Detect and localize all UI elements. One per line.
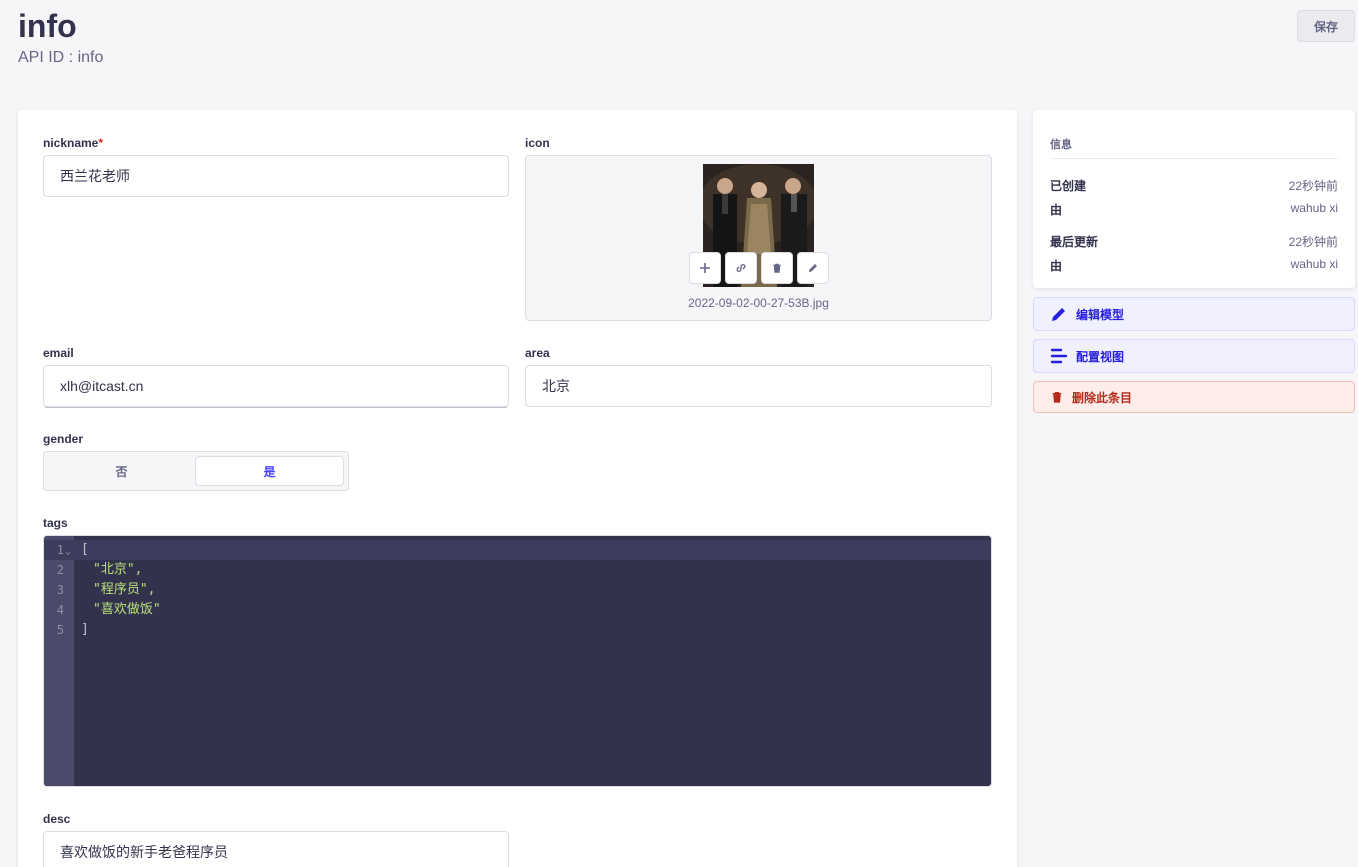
line-number: 2 — [56, 563, 64, 577]
updated-by-row: 由 wahub xi — [1050, 257, 1338, 274]
code-text: [ — [81, 542, 89, 557]
gender-label: gender — [43, 432, 84, 446]
line-number: 1 — [56, 543, 64, 557]
code-text: "喜欢做饭" — [93, 602, 161, 617]
created-by-row: 由 wahub xi — [1050, 201, 1338, 218]
area-input[interactable]: 北京 — [525, 365, 992, 407]
edit-form-card: nickname* 西兰花老师 icon 2022-09-02-00-27-53… — [18, 110, 1017, 867]
icon-label: icon — [525, 136, 550, 150]
code-line: 4 "喜欢做饭" — [44, 600, 991, 620]
line-number: 5 — [56, 623, 64, 637]
nickname-label: nickname* — [43, 136, 104, 150]
code-line: 2 "北京", — [44, 560, 991, 580]
updated-row: 最后更新 22秒钟前 — [1050, 233, 1338, 250]
asset-actions — [689, 252, 829, 284]
configure-view-button[interactable]: 配置视图 — [1033, 339, 1355, 373]
tags-json-editor[interactable]: 1 ⌄ [ 2 "北京", 3 "程序员", 4 "喜欢做饭" 5 ] — [43, 535, 992, 787]
delete-asset-button[interactable] — [761, 252, 793, 284]
code-line: 5 ] — [44, 620, 991, 640]
page-title: info — [18, 8, 77, 44]
area-label: area — [525, 346, 550, 360]
divider — [1050, 158, 1338, 159]
info-title: 信息 — [1050, 139, 1072, 151]
fold-chevron-icon[interactable]: ⌄ — [65, 542, 71, 562]
delete-entry-button[interactable]: 删除此条目 — [1033, 381, 1355, 413]
trash-icon — [773, 263, 781, 273]
code-text: ] — [81, 622, 89, 637]
add-asset-button[interactable] — [689, 252, 721, 284]
edit-asset-button[interactable] — [797, 252, 829, 284]
nickname-input[interactable]: 西兰花老师 — [43, 155, 509, 197]
icon-media-field[interactable]: 2022-09-02-00-27-53B.jpg — [525, 155, 992, 321]
pencil-icon — [1052, 308, 1065, 321]
created-row: 已创建 22秒钟前 — [1050, 177, 1338, 194]
copy-link-button[interactable] — [725, 252, 757, 284]
email-input[interactable]: xlh@itcast.cn — [43, 365, 509, 407]
created-by-label: 由 — [1050, 203, 1063, 217]
configure-view-label: 配置视图 — [1076, 349, 1125, 364]
created-by-value: wahub xi — [1290, 201, 1338, 215]
created-label: 已创建 — [1050, 179, 1087, 193]
api-id-label: API ID : info — [18, 49, 104, 66]
save-button[interactable]: 保存 — [1297, 10, 1355, 42]
updated-label: 最后更新 — [1050, 235, 1099, 249]
line-number: 4 — [56, 603, 64, 617]
list-settings-icon — [1050, 348, 1068, 364]
edit-model-button[interactable]: 编辑模型 — [1033, 297, 1355, 331]
info-panel: 信息 已创建 22秒钟前 由 wahub xi 最后更新 22秒钟前 由 wah… — [1033, 110, 1355, 288]
updated-by-value: wahub xi — [1290, 257, 1338, 271]
desc-label: desc — [43, 812, 71, 826]
pencil-icon — [809, 264, 817, 272]
code-text: "程序员", — [93, 582, 156, 597]
desc-input[interactable]: 喜欢做饭的新手老爸程序员 — [43, 831, 509, 867]
gender-option-yes[interactable]: 是 — [195, 456, 344, 486]
delete-entry-label: 删除此条目 — [1072, 390, 1133, 405]
created-value: 22秒钟前 — [1288, 179, 1338, 193]
icon-file-name: 2022-09-02-00-27-53B.jpg — [688, 296, 829, 310]
updated-by-label: 由 — [1050, 259, 1063, 273]
gender-option-no[interactable]: 否 — [48, 456, 195, 486]
trash-icon — [1052, 391, 1062, 403]
code-line: 3 "程序员", — [44, 580, 991, 600]
required-mark: * — [98, 136, 104, 150]
code-line: 1 ⌄ [ — [44, 540, 991, 560]
tags-label: tags — [43, 516, 68, 530]
link-icon — [736, 264, 746, 272]
edit-model-label: 编辑模型 — [1076, 307, 1125, 322]
email-label: email — [43, 346, 74, 360]
plus-icon — [700, 263, 710, 273]
line-number: 3 — [56, 583, 64, 597]
gender-toggle: 否 是 — [43, 451, 349, 491]
updated-value: 22秒钟前 — [1288, 235, 1338, 249]
code-text: "北京", — [93, 562, 143, 577]
